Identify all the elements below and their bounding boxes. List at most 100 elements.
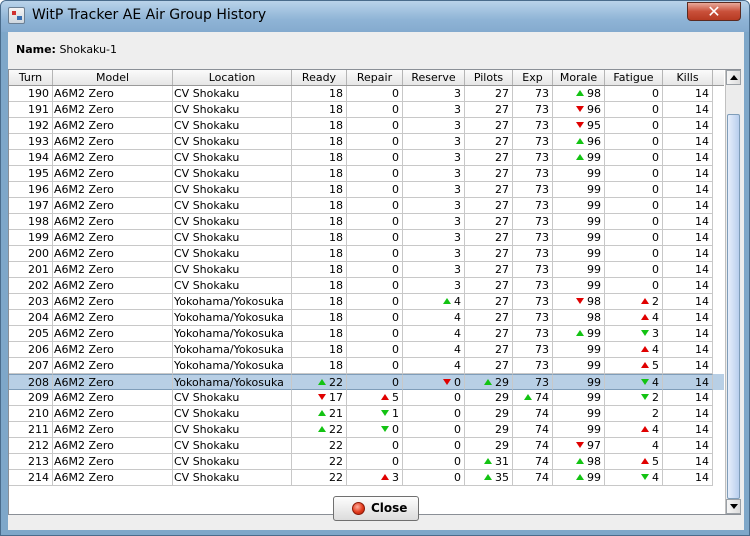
column-header-location[interactable]: Location: [173, 70, 292, 85]
cell-ready: 18: [292, 150, 347, 166]
cell-pilots: 27: [465, 134, 513, 150]
table-row[interactable]: 206 A6M2 Zero Yokohama/Yokosuka 18 0 4 27 73 99 4…: [9, 342, 724, 358]
column-header-kills[interactable]: Kills: [663, 70, 713, 85]
cell-value: 195: [28, 167, 49, 180]
cell-morale: 99: [553, 150, 605, 166]
cell-pilots: 27: [465, 166, 513, 182]
cell-morale: 99: [553, 326, 605, 342]
table-row[interactable]: 199 A6M2 Zero CV Shokaku 18 0 3 27 73 99 0 14: [9, 230, 724, 246]
cell-kills: 14: [663, 262, 713, 278]
cell-value: 96: [587, 103, 601, 116]
table-row[interactable]: 192 A6M2 Zero CV Shokaku 18 0 3 27 73 95 0 14: [9, 118, 724, 134]
cell-value: A6M2 Zero: [54, 183, 114, 196]
table-row[interactable]: 200 A6M2 Zero CV Shokaku 18 0 3 27 73 99 0 14: [9, 246, 724, 262]
table-row[interactable]: 213 A6M2 Zero CV Shokaku 22 0 0 31 74 98 5 14: [9, 454, 724, 470]
table-row[interactable]: 210 A6M2 Zero CV Shokaku 21 1 0 29 74 99 2 14: [9, 406, 724, 422]
scrollbar-thumb[interactable]: [727, 114, 740, 499]
table-row[interactable]: 208 A6M2 Zero Yokohama/Yokosuka 22 0 0 29 73 99 4…: [9, 374, 724, 390]
cell-value: 27: [495, 311, 509, 324]
cell-location: CV Shokaku: [173, 150, 292, 166]
cell-kills: 14: [663, 470, 713, 486]
cell-value: 18: [329, 343, 343, 356]
cell-value: 3: [454, 231, 461, 244]
cell-value: 0: [454, 376, 461, 389]
column-header-turn[interactable]: Turn: [9, 70, 53, 85]
cell-value: 214: [28, 471, 49, 484]
cell-value: 18: [329, 359, 343, 372]
column-header-fatigue[interactable]: Fatigue: [605, 70, 663, 85]
table-row[interactable]: 201 A6M2 Zero CV Shokaku 18 0 3 27 73 99 0 14: [9, 262, 724, 278]
table-row[interactable]: 194 A6M2 Zero CV Shokaku 18 0 3 27 73 99 0 14: [9, 150, 724, 166]
table-row[interactable]: 207 A6M2 Zero Yokohama/Yokosuka 18 0 4 27 73 99 5…: [9, 358, 724, 374]
table-row[interactable]: 203 A6M2 Zero Yokohama/Yokosuka 18 0 4 27 73 98 2…: [9, 294, 724, 310]
table-row[interactable]: 193 A6M2 Zero CV Shokaku 18 0 3 27 73 96 0 14: [9, 134, 724, 150]
cell-value: 18: [329, 135, 343, 148]
cell-location: CV Shokaku: [173, 422, 292, 438]
cell-repair: 0: [347, 422, 403, 438]
table-row[interactable]: 195 A6M2 Zero CV Shokaku 18 0 3 27 73 99 0 14: [9, 166, 724, 182]
table-row[interactable]: 197 A6M2 Zero CV Shokaku 18 0 3 27 73 99 0 14: [9, 198, 724, 214]
cell-value: 99: [587, 343, 601, 356]
column-header-reserve[interactable]: Reserve: [403, 70, 465, 85]
table-row[interactable]: 214 A6M2 Zero CV Shokaku 22 3 0 35 74 99 4 14: [9, 470, 724, 486]
column-header-morale[interactable]: Morale: [553, 70, 605, 85]
close-button-label: Close: [371, 501, 408, 515]
table-row[interactable]: 198 A6M2 Zero CV Shokaku 18 0 3 27 73 99 0 14: [9, 214, 724, 230]
cell-value: 198: [28, 215, 49, 228]
cell-turn: 191: [9, 102, 53, 118]
cell-value: 0: [652, 167, 659, 180]
cell-value: 73: [535, 359, 549, 372]
cell-reserve: 4: [403, 310, 465, 326]
title-bar[interactable]: WitP Tracker AE Air Group History ✕: [1, 1, 749, 32]
cell-morale: 99: [553, 246, 605, 262]
column-header-ready[interactable]: Ready: [292, 70, 347, 85]
cell-value: CV Shokaku: [174, 279, 240, 292]
cell-kills: 14: [663, 278, 713, 294]
table-row[interactable]: 196 A6M2 Zero CV Shokaku 18 0 3 27 73 99 0 14: [9, 182, 724, 198]
trend-up-icon: [443, 298, 451, 304]
cell-value: 18: [329, 231, 343, 244]
column-header-exp[interactable]: Exp: [513, 70, 553, 85]
table-row[interactable]: 190 A6M2 Zero CV Shokaku 18 0 3 27 73 98 0 14: [9, 86, 724, 102]
cell-value: 18: [329, 279, 343, 292]
table-row[interactable]: 191 A6M2 Zero CV Shokaku 18 0 3 27 73 96 0 14: [9, 102, 724, 118]
cell-value: 29: [495, 376, 509, 389]
trend-down-icon: [641, 394, 649, 400]
column-header-pilots[interactable]: Pilots: [465, 70, 513, 85]
scroll-down-button[interactable]: [726, 499, 741, 514]
cell-turn: 200: [9, 246, 53, 262]
table-row[interactable]: 211 A6M2 Zero CV Shokaku 22 0 0 29 74 99 4 14: [9, 422, 724, 438]
cell-repair: 0: [347, 454, 403, 470]
table-row[interactable]: 209 A6M2 Zero CV Shokaku 17 5 0 29 74 99 2 14: [9, 390, 724, 406]
cell-value: 98: [587, 455, 601, 468]
cell-value: Yokohama/Yokosuka: [174, 343, 284, 356]
cell-value: 73: [535, 279, 549, 292]
cell-value: 74: [535, 471, 549, 484]
cell-repair: 0: [347, 310, 403, 326]
cell-reserve: 3: [403, 262, 465, 278]
cell-exp: 73: [513, 166, 553, 182]
vertical-scrollbar[interactable]: [725, 70, 741, 514]
table-row[interactable]: 205 A6M2 Zero Yokohama/Yokosuka 18 0 4 27 73 99 3…: [9, 326, 724, 342]
cell-kills: 14: [663, 166, 713, 182]
cell-value: 200: [28, 247, 49, 260]
cell-morale: 98: [553, 86, 605, 102]
table-row[interactable]: 212 A6M2 Zero CV Shokaku 22 0 0 29 74 97 4 14: [9, 438, 724, 454]
cell-value: 27: [495, 167, 509, 180]
cell-pilots: 27: [465, 230, 513, 246]
column-header-repair[interactable]: Repair: [347, 70, 403, 85]
table-row[interactable]: 202 A6M2 Zero CV Shokaku 18 0 3 27 73 99 0 14: [9, 278, 724, 294]
cell-value: 14: [695, 103, 709, 116]
close-button[interactable]: Close: [333, 496, 419, 521]
trend-up-icon: [576, 458, 584, 464]
cell-value: 0: [392, 295, 399, 308]
trend-down-icon: [443, 379, 451, 385]
cell-value: 3: [392, 471, 399, 484]
column-header-model[interactable]: Model: [53, 70, 173, 85]
scroll-up-button[interactable]: [726, 70, 741, 85]
cell-value: 5: [652, 455, 659, 468]
table-row[interactable]: 204 A6M2 Zero Yokohama/Yokosuka 18 0 4 27 73 98 4…: [9, 310, 724, 326]
cell-value: 0: [454, 423, 461, 436]
cell-pilots: 29: [465, 374, 513, 390]
window-close-button[interactable]: ✕: [687, 2, 741, 21]
